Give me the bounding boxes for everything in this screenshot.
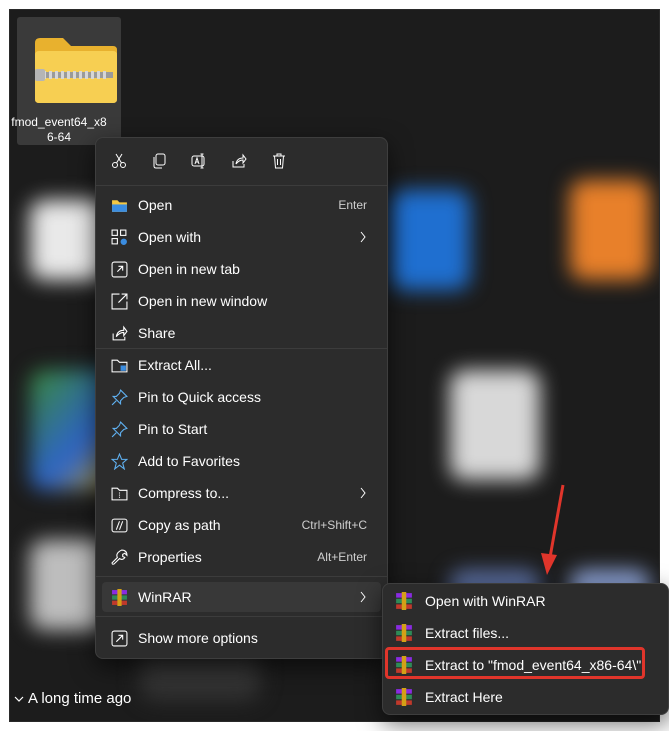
highlight-box [385,647,645,679]
submenu-item-extract-here[interactable]: Extract Here [389,683,659,711]
menu-item-copy-path[interactable]: Copy as path Ctrl+Shift+C [102,510,381,540]
winrar-icon [396,592,412,610]
zip-folder-icon [35,38,117,103]
copy-icon[interactable] [148,150,170,172]
extract-folder-icon [110,356,128,374]
share-icon[interactable] [228,150,250,172]
open-with-icon [110,228,128,246]
annotation-arrow-icon [541,484,565,575]
submenu-item-open-winrar[interactable]: Open with WinRAR [389,587,659,615]
divider [96,348,387,349]
menu-item-properties[interactable]: Properties Alt+Enter [102,542,381,572]
more-options-icon [110,629,128,647]
menu-item-add-favorites[interactable]: Add to Favorites [102,446,381,476]
pin-icon [110,388,128,406]
menu-item-open-new-window[interactable]: Open in new window [102,286,381,316]
winrar-icon [396,688,412,706]
menu-item-show-more-options[interactable]: Show more options [102,623,381,653]
menu-item-pin-quick-access[interactable]: Pin to Quick access [102,382,381,412]
winrar-icon [396,624,412,642]
group-header[interactable]: A long time ago [14,690,131,707]
menu-item-open-new-tab[interactable]: Open in new tab [102,254,381,284]
wrench-icon [110,548,128,566]
context-menu: Open Enter Open with Open in new tab Ope… [95,137,388,659]
chevron-right-icon [360,487,366,499]
menu-item-share[interactable]: Share [102,318,381,348]
chevron-right-icon [360,231,366,243]
chevron-down-icon [14,696,24,702]
star-icon [110,452,128,470]
chevron-right-icon [360,591,366,603]
delete-icon[interactable] [268,150,290,172]
thumbnail [390,190,470,290]
cut-icon[interactable] [108,150,130,172]
share-icon [110,324,128,342]
menu-item-extract-all[interactable]: Extract All... [102,350,381,380]
compress-icon [110,484,128,502]
menu-item-compress[interactable]: Compress to... [102,478,381,508]
divider [96,576,387,577]
menu-item-open[interactable]: Open Enter [102,190,381,220]
thumbnail [570,180,650,280]
copy-path-icon [110,516,128,534]
thumbnail [450,370,540,480]
pin-icon [110,420,128,438]
folder-icon [110,196,128,214]
menu-item-winrar[interactable]: WinRAR [102,582,381,612]
divider [96,616,387,617]
new-tab-icon [110,260,128,278]
submenu-item-extract-files[interactable]: Extract files... [389,619,659,647]
winrar-icon [110,588,128,606]
rename-icon[interactable] [188,150,210,172]
new-window-icon [110,292,128,310]
menu-item-pin-start[interactable]: Pin to Start [102,414,381,444]
quick-actions-bar [96,138,387,186]
menu-item-open-with[interactable]: Open with [102,222,381,252]
